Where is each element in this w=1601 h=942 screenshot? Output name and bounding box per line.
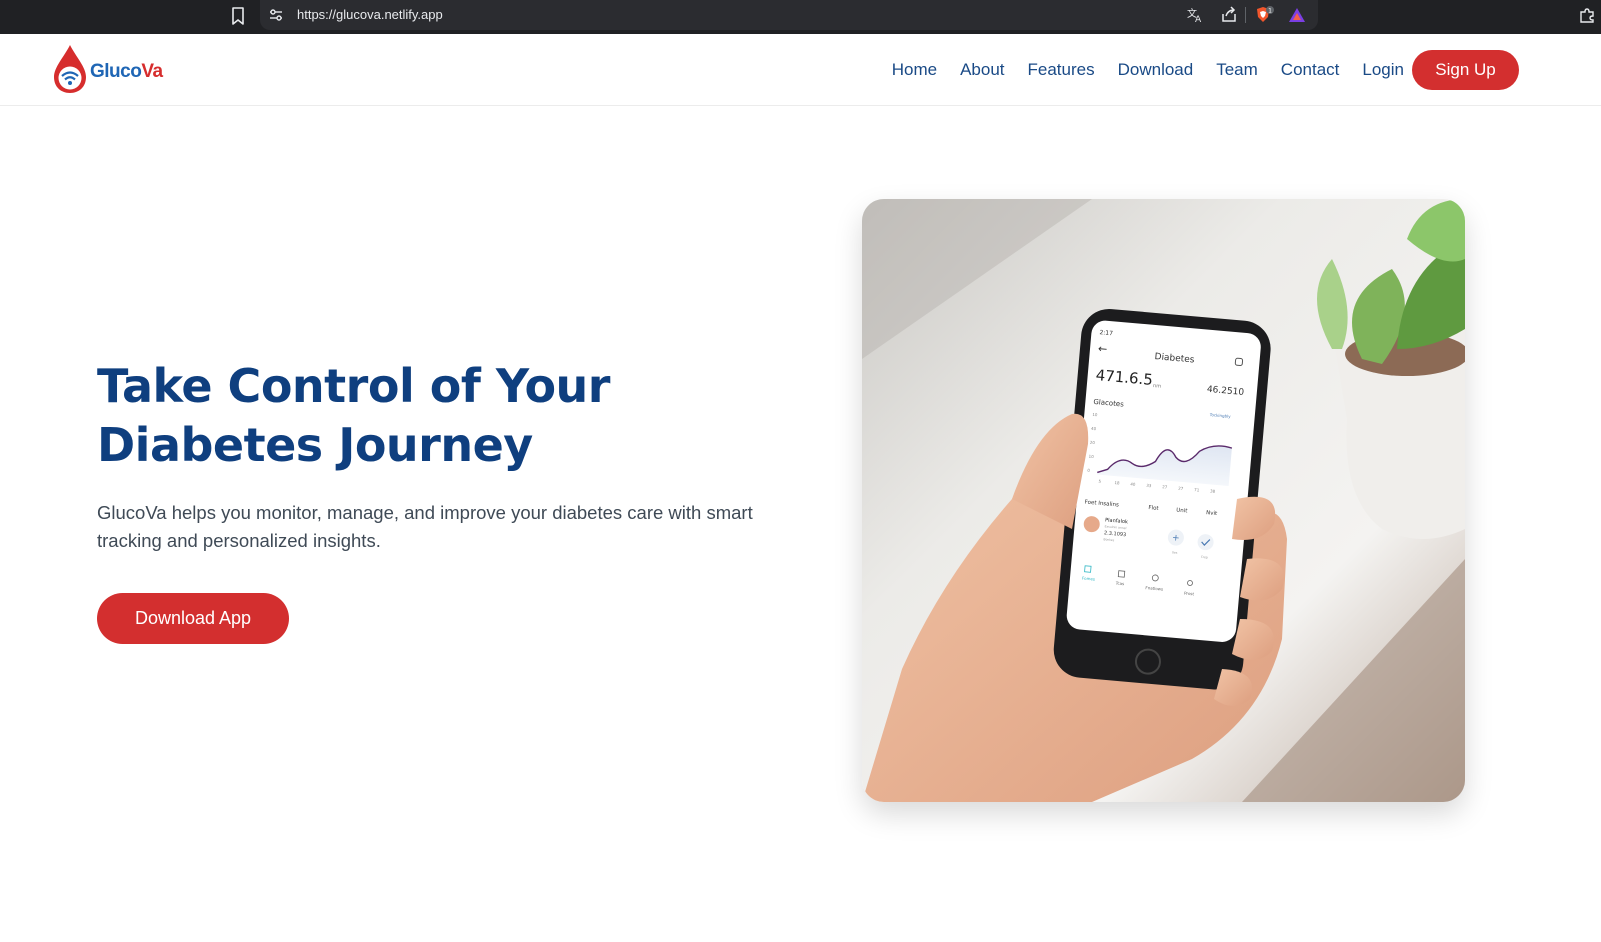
logo-text-gluco: Gluco (90, 61, 142, 82)
y-tick: 10 (1092, 412, 1098, 417)
share-icon[interactable] (1220, 6, 1238, 24)
x-tick: 18 (1114, 480, 1120, 485)
shield-count: 1 (1268, 8, 1272, 15)
logo-text-va: Va (141, 61, 163, 82)
phone-tab: Prost (1184, 591, 1195, 597)
hero-image: 2:17 ← Diabetes 471.6.5 nm 46.2510 Glaco… (862, 199, 1465, 802)
brave-rewards-icon[interactable] (1288, 6, 1306, 24)
phone-time: 2:17 (1099, 329, 1113, 337)
signup-button[interactable]: Sign Up (1412, 50, 1519, 90)
blood-drop-wifi-icon (54, 45, 86, 93)
bookmark-icon[interactable] (230, 6, 246, 26)
brave-shield-icon[interactable]: 1 (1254, 6, 1274, 24)
logo[interactable]: GlucoVa (52, 43, 182, 95)
url-text[interactable]: https://glucova.netlify.app (297, 7, 443, 22)
hero-description: GlucoVa helps you monitor, manage, and i… (97, 502, 753, 551)
nav-link-home[interactable]: Home (892, 60, 937, 80)
x-tick: 27 (1178, 486, 1184, 491)
hero-title: Take Control of Your Diabetes Journey (97, 357, 737, 475)
phone-section-header: Flot (1148, 505, 1160, 512)
x-tick: 71 (1194, 487, 1200, 492)
y-tick: 40 (1091, 426, 1097, 431)
phone-back-icon: ← (1098, 342, 1108, 356)
site-navbar: GlucoVa Home About Features Download Tea… (0, 34, 1601, 106)
y-tick: 20 (1090, 440, 1096, 445)
nav-link-about[interactable]: About (960, 60, 1004, 80)
x-tick: 27 (1162, 484, 1168, 489)
hero-title-line2: Diabetes Journey (97, 418, 533, 472)
hand-holding-phone-illustration: 2:17 ← Diabetes 471.6.5 nm 46.2510 Glaco… (862, 199, 1465, 802)
x-tick: 33 (1146, 483, 1152, 488)
address-bar[interactable]: https://glucova.netlify.app 文 A 1 (260, 0, 1318, 30)
phone-tab: Tcas (1114, 580, 1124, 586)
hero-title-line1: Take Control of Your (97, 359, 610, 413)
x-tick: 38 (1210, 488, 1216, 493)
svg-text:+: + (1172, 533, 1180, 544)
nav-links: Home About Features Download Team Contac… (892, 34, 1404, 106)
nav-link-features[interactable]: Features (1028, 60, 1095, 80)
svg-text:A: A (1195, 15, 1202, 24)
x-tick: 40 (1130, 481, 1136, 486)
toolbar-divider (1245, 7, 1246, 23)
phone-section-header: Unit (1176, 508, 1189, 515)
action-label: Crep (1201, 555, 1208, 560)
nav-link-contact[interactable]: Contact (1281, 60, 1340, 80)
y-tick: 10 (1088, 454, 1094, 459)
browser-toolbar: https://glucova.netlify.app 文 A 1 (0, 0, 1601, 34)
logo-wordmark: GlucoVa (90, 61, 163, 83)
download-app-button[interactable]: Download App (97, 593, 289, 644)
translate-icon[interactable]: 文 A (1186, 6, 1204, 24)
nav-link-team[interactable]: Team (1216, 60, 1258, 80)
action-label: Ues (1172, 550, 1178, 555)
site-settings-icon[interactable] (268, 7, 284, 23)
extensions-icon[interactable] (1578, 6, 1596, 24)
phone-section-header: Nvit (1206, 510, 1218, 517)
nav-link-download[interactable]: Download (1118, 60, 1194, 80)
phone-reading-unit: nm (1153, 383, 1162, 390)
nav-link-login[interactable]: Login (1362, 60, 1404, 80)
